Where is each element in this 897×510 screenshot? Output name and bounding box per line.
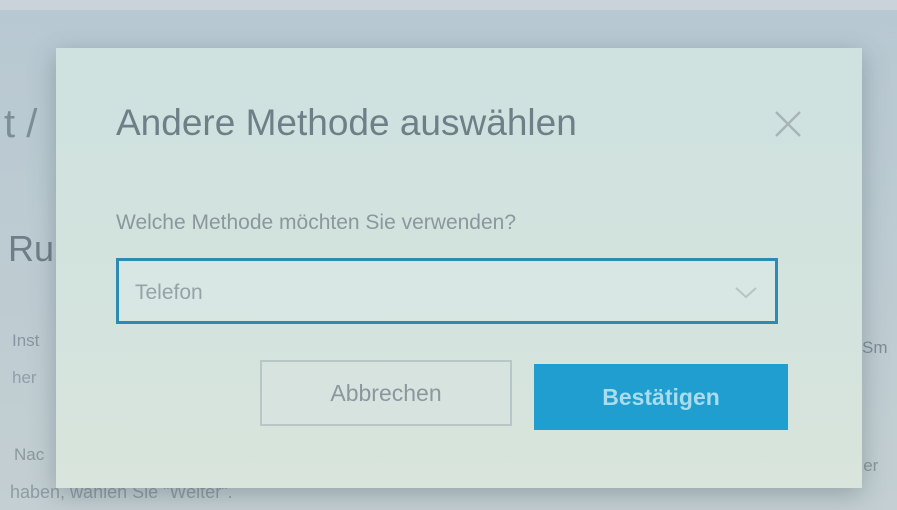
method-select[interactable]: Telefon (116, 258, 778, 324)
chevron-down-icon (733, 285, 759, 306)
background-top-band (0, 0, 897, 10)
choose-method-dialog: Andere Methode auswählen Welche Methode … (56, 48, 862, 488)
cancel-button[interactable]: Abbrechen (260, 360, 512, 426)
background-subheading-fragment: Ru (8, 228, 55, 269)
background-text-line-1: Inst (12, 331, 40, 350)
background-heading-fragment: t / (4, 102, 38, 146)
dialog-title: Andere Methode auswählen (116, 102, 577, 143)
confirm-button[interactable]: Bestätigen (534, 364, 788, 430)
close-icon (768, 104, 808, 144)
background-text-line-2: her (12, 368, 37, 387)
method-question-label: Welche Methode möchten Sie verwenden? (116, 211, 517, 234)
background-text-line-3: Nac (14, 445, 45, 464)
close-button[interactable] (768, 104, 808, 144)
method-select-value: Telefon (135, 281, 203, 304)
background-right-fragment-1: Sm (862, 338, 888, 357)
